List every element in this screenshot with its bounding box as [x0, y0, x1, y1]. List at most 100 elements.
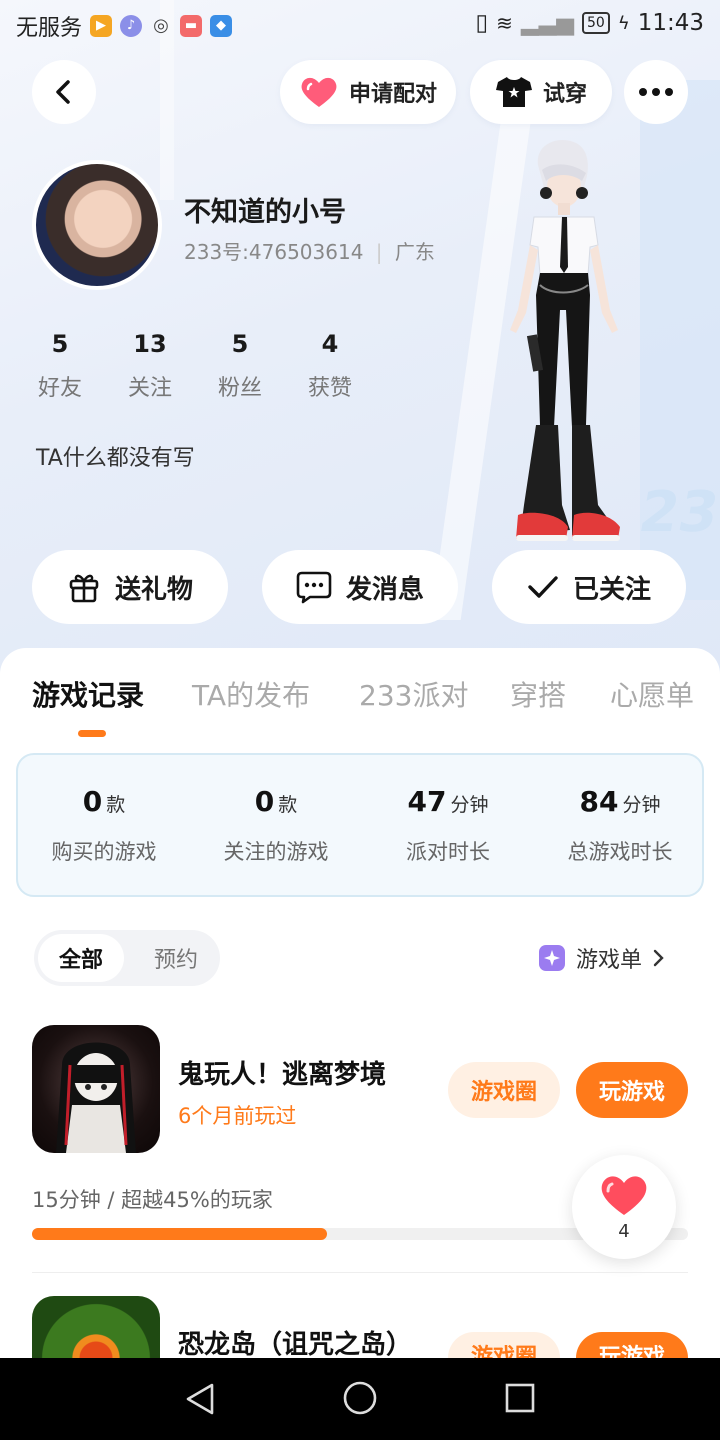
- avatar-figure[interactable]: [490, 135, 640, 555]
- stat-friends[interactable]: 5 好友: [25, 330, 95, 402]
- stat-label: 好友: [37, 376, 82, 401]
- game-icon-escape-dream[interactable]: [32, 1025, 160, 1153]
- username: 不知道的小号: [184, 197, 346, 228]
- stat-following[interactable]: 13 关注: [115, 330, 185, 402]
- battery-icon: 50: [582, 12, 610, 34]
- game-playtime-stats: 15分钟 / 超越45%的玩家: [32, 1188, 273, 1212]
- summary-label: 购买的游戏: [51, 840, 157, 864]
- playtime-progress-fill: [32, 1228, 328, 1240]
- send-message-label: 发消息: [345, 574, 424, 605]
- ghost-girl-icon: [56, 1042, 136, 1153]
- game-circle-button[interactable]: 游戏圈: [448, 1062, 560, 1118]
- summary-unit: 款: [278, 794, 298, 816]
- tab-party[interactable]: 233派对: [359, 674, 468, 714]
- send-message-button[interactable]: 发消息: [262, 550, 458, 624]
- game-title[interactable]: 恐龙岛（诅咒之岛）: [178, 1324, 412, 1361]
- active-tab-indicator: [78, 730, 106, 737]
- game-circle-label: 游戏圈: [470, 1345, 537, 1358]
- play-game-button[interactable]: 玩游戏: [576, 1062, 688, 1118]
- stat-value: 13: [133, 330, 167, 358]
- game-last-played: 6个月前玩过: [178, 1104, 297, 1128]
- clock: 11:43: [637, 10, 704, 36]
- user-id-line: 233号:476503614 | 广东: [184, 236, 435, 265]
- gift-icon: [69, 574, 99, 603]
- charging-icon: ϟ: [617, 12, 630, 34]
- summary-label: 派对时长: [406, 840, 490, 864]
- summary-value: 47: [407, 785, 447, 818]
- more-button[interactable]: [624, 60, 688, 124]
- game-summary-card: 0款 购买的游戏 0款 关注的游戏 47 分钟 派对时长 84 分钟 总游戏时长: [16, 753, 704, 897]
- like-button[interactable]: 4: [572, 1155, 676, 1259]
- sparkle-icon: [539, 945, 565, 971]
- filter-reserve[interactable]: 预约: [136, 934, 216, 982]
- filter-all[interactable]: 全部: [38, 934, 124, 982]
- tshirt-icon: [495, 77, 532, 107]
- apply-pair-label: 申请配对: [348, 82, 437, 107]
- system-navigation-bar: [0, 1358, 720, 1440]
- stat-label: 粉丝: [217, 376, 262, 401]
- summary-label: 关注的游戏: [223, 840, 329, 864]
- play-game-button[interactable]: 玩游戏: [576, 1332, 688, 1358]
- game-title[interactable]: 鬼玩人！逃离梦境: [178, 1054, 386, 1091]
- user-id: 233号:476503614: [184, 240, 364, 264]
- status-bar: 无服务 ▶ ♪ ◎ ▬ ◆ ▯ ≋ ▂▃▅ 50 ϟ 11:43: [0, 0, 720, 50]
- back-arrow-icon: [56, 80, 70, 104]
- separator: |: [375, 240, 383, 264]
- followed-label: 已关注: [572, 574, 651, 605]
- summary-value: 0: [82, 785, 103, 818]
- check-icon: [528, 576, 558, 598]
- game-icon-dino-island[interactable]: [32, 1296, 160, 1358]
- more-dots-icon: [639, 88, 673, 96]
- apply-pair-button[interactable]: 申请配对: [280, 60, 456, 124]
- stat-label: 获赞: [307, 376, 352, 401]
- game-list-label: 游戏单: [576, 948, 643, 973]
- like-count: 4: [618, 1220, 630, 1242]
- tab-wishlist[interactable]: 心愿单: [610, 674, 694, 714]
- send-gift-button[interactable]: 送礼物: [32, 550, 228, 624]
- back-button[interactable]: [32, 60, 96, 124]
- home-nav-icon[interactable]: [342, 1380, 378, 1416]
- game-list-link[interactable]: 游戏单: [538, 942, 666, 974]
- tab-game-records[interactable]: 游戏记录: [32, 674, 144, 714]
- summary-unit: 款: [106, 794, 126, 816]
- summary-unit: 分钟: [622, 794, 661, 816]
- stat-fans[interactable]: 5 粉丝: [205, 330, 275, 402]
- play-game-label: 玩游戏: [598, 1345, 665, 1358]
- tab-posts[interactable]: TA的发布: [192, 674, 310, 714]
- chevron-right-icon: [653, 949, 664, 967]
- summary-party-time: 47 分钟 派对时长: [362, 785, 534, 866]
- summary-label: 总游戏时长: [567, 840, 673, 864]
- filter-segment: 全部 预约: [34, 930, 220, 986]
- brand-watermark-233: 23: [634, 480, 720, 545]
- stat-likes[interactable]: 4 获赞: [295, 330, 365, 402]
- summary-value: 0: [254, 785, 275, 818]
- video-app-icon: ▶: [90, 15, 113, 37]
- notification-app-icon: ▬: [180, 15, 203, 37]
- summary-value: 84: [579, 785, 619, 818]
- heart-icon: [301, 77, 337, 107]
- carrier-text: 无服务: [16, 16, 83, 41]
- wifi-icon: ≋: [496, 11, 513, 35]
- tab-outfits[interactable]: 穿搭: [510, 674, 566, 714]
- game-circle-button[interactable]: 游戏圈: [448, 1332, 560, 1358]
- summary-total-time: 84 分钟 总游戏时长: [534, 785, 706, 866]
- recents-nav-icon[interactable]: [504, 1382, 536, 1414]
- stat-value: 5: [231, 330, 249, 358]
- summary-purchased: 0款 购买的游戏: [18, 785, 190, 866]
- profile-stats: 5 好友 13 关注 5 粉丝 4 获赞: [25, 330, 365, 402]
- hotspot-icon: ◎: [153, 15, 169, 36]
- back-nav-icon[interactable]: [184, 1382, 216, 1416]
- summary-unit: 分钟: [450, 794, 489, 816]
- avatar[interactable]: [32, 160, 162, 290]
- music-app-icon: ♪: [120, 15, 143, 37]
- stat-label: 关注: [127, 376, 172, 401]
- stat-value: 4: [321, 330, 339, 358]
- divider: [32, 1272, 688, 1273]
- followed-button[interactable]: 已关注: [492, 550, 686, 624]
- heart-icon: [601, 1175, 647, 1215]
- try-on-button[interactable]: 试穿: [470, 60, 612, 124]
- security-app-icon: ◆: [210, 15, 233, 37]
- user-region: 广东: [394, 240, 435, 264]
- send-gift-label: 送礼物: [114, 574, 193, 605]
- try-on-label: 试穿: [542, 82, 587, 107]
